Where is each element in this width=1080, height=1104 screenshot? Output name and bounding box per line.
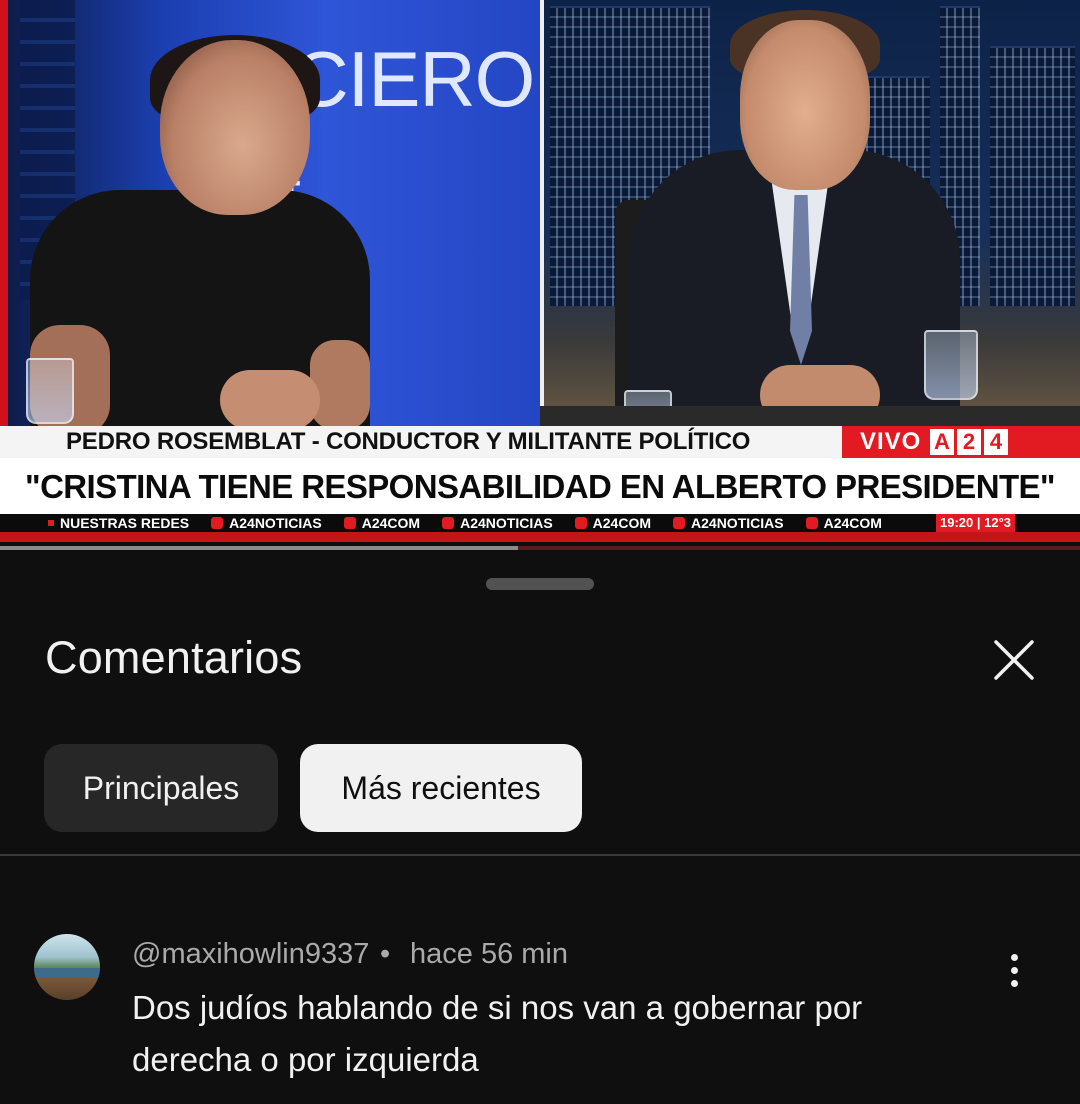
- filter-chip-label: Más recientes: [341, 769, 541, 806]
- social-ticker: NUESTRAS REDES A24NOTICIAS A24COM A24NOT…: [0, 514, 1080, 532]
- logo-letter: A: [930, 429, 954, 455]
- square-dot-icon: [48, 520, 54, 526]
- ticker-label: NUESTRAS REDES: [60, 515, 190, 531]
- ticker-label: A24NOTICIAS: [229, 515, 322, 531]
- comments-sheet: Comentarios Principales Más recientes @m…: [0, 556, 1080, 1104]
- ticker-item: A24NOTICIAS: [673, 515, 784, 531]
- clock-temperature: 19:20 | 12°3: [936, 514, 1015, 532]
- comments-title: Comentarios: [45, 632, 303, 683]
- logo-letter: 4: [984, 429, 1008, 455]
- ticker-label: A24COM: [823, 515, 882, 531]
- ticker-label: A24COM: [592, 515, 652, 531]
- red-edge: [0, 0, 8, 426]
- guest-person: [30, 35, 390, 435]
- close-icon: [994, 640, 1034, 680]
- red-ticker-bar: [0, 532, 1080, 542]
- ticker-item: A24COM: [343, 515, 421, 531]
- ticker-item: A24NOTICIAS: [442, 515, 553, 531]
- comment-menu-button[interactable]: [996, 946, 1032, 994]
- divider: [0, 854, 1080, 856]
- drag-handle[interactable]: [486, 578, 594, 590]
- buffer-fill: [0, 546, 519, 550]
- comment-text: Dos judíos hablando de si nos van a gobe…: [132, 989, 863, 1078]
- name-caption-bar: PEDRO ROSEMBLAT - CONDUCTOR Y MILITANTE …: [0, 426, 842, 458]
- lower-third: PEDRO ROSEMBLAT - CONDUCTOR Y MILITANTE …: [0, 426, 1080, 556]
- meta-separator: •: [380, 938, 391, 970]
- video-frame-right: [540, 0, 1080, 430]
- avatar[interactable]: [34, 934, 100, 1000]
- ticker-label: A24NOTICIAS: [691, 515, 784, 531]
- comment-time: hace 56 min: [410, 938, 568, 970]
- skyline-building: [990, 46, 1075, 306]
- ticker-item: A24NOTICIAS: [211, 515, 322, 531]
- host-person: [630, 10, 960, 430]
- comment-item: @maxihowlin9337 • hace 56 min Dos judíos…: [0, 930, 1080, 1100]
- studio-desk: [540, 406, 1080, 426]
- water-glass: [924, 330, 978, 400]
- tiktok-icon: [442, 517, 455, 529]
- video-player[interactable]: TICIERO 4 PEDRO R: [0, 0, 1080, 556]
- filter-chip-label: Principales: [82, 769, 240, 806]
- ticker-label: A24NOTICIAS: [460, 515, 553, 531]
- x-icon: [343, 517, 356, 529]
- ticker-item: A24COM: [805, 515, 882, 531]
- live-badge: VIVO A 2 4: [842, 426, 1080, 458]
- channel-logo: A 2 4: [930, 429, 1008, 455]
- youtube-icon: [805, 517, 818, 529]
- filter-chip-top[interactable]: Principales: [44, 744, 278, 832]
- headline-text: "CRISTINA TIENE RESPONSABILIDAD EN ALBER…: [25, 468, 1056, 505]
- frame-divider: [540, 0, 544, 426]
- facebook-icon: [574, 517, 587, 529]
- logo-letter: 2: [957, 429, 981, 455]
- live-label: VIVO: [860, 428, 922, 455]
- comment-author[interactable]: @maxihowlin9337: [132, 938, 369, 971]
- water-glass: [26, 358, 74, 424]
- video-frame-left: TICIERO 4: [0, 0, 540, 435]
- ticker-item: A24COM: [574, 515, 652, 531]
- video-progress-bar[interactable]: [0, 542, 1080, 556]
- ticker-item: NUESTRAS REDES: [0, 515, 189, 531]
- name-caption: PEDRO ROSEMBLAT - CONDUCTOR Y MILITANTE …: [66, 428, 751, 455]
- telegram-icon: [673, 517, 686, 529]
- filter-chip-newest[interactable]: Más recientes: [300, 744, 582, 832]
- more-vert-icon: [1010, 953, 1018, 987]
- close-button[interactable]: [988, 634, 1040, 686]
- headline-bar: "CRISTINA TIENE RESPONSABILIDAD EN ALBER…: [0, 458, 1080, 514]
- ticker-label: A24COM: [361, 515, 421, 531]
- instagram-icon: [211, 517, 224, 529]
